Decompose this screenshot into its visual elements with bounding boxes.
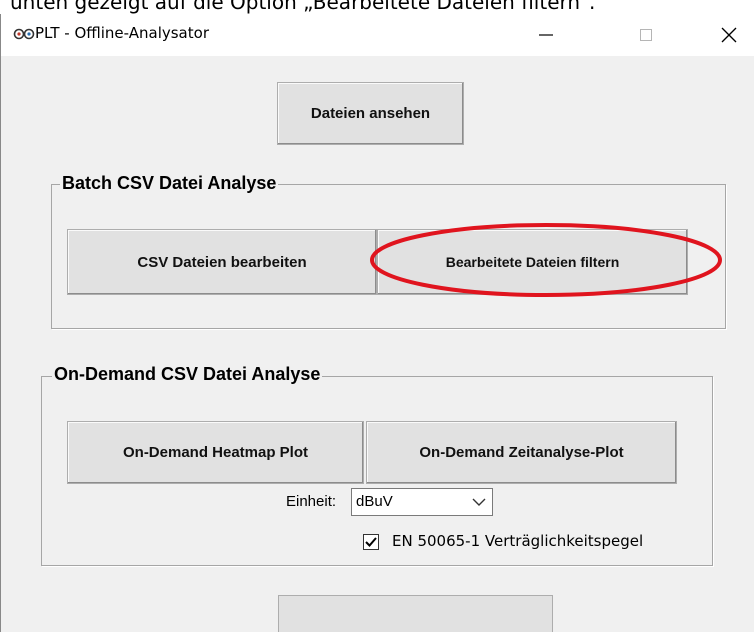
page-caption: unten gezeigt auf die Option „Bearbeitet… — [10, 0, 596, 14]
close-icon — [721, 27, 737, 43]
minimize-icon — [539, 34, 553, 36]
chevron-down-icon — [472, 498, 486, 506]
unit-select-value: dBuV — [356, 493, 393, 510]
ondemand-group-title: On-Demand CSV Datei Analyse — [52, 364, 323, 385]
batch-group-title: Batch CSV Datei Analyse — [60, 173, 279, 194]
time-plot-button[interactable]: On-Demand Zeitanalyse-Plot — [366, 421, 677, 484]
bottom-button[interactable] — [278, 595, 553, 632]
title-bar: PLT - Offline-Analysator — [1, 14, 754, 56]
minimize-button[interactable] — [511, 14, 581, 56]
heatmap-plot-button[interactable]: On-Demand Heatmap Plot — [67, 421, 364, 484]
edit-csv-button[interactable]: CSV Dateien bearbeiten — [67, 229, 377, 295]
unit-select[interactable]: dBuV — [351, 488, 493, 516]
unit-label: Einheit: — [286, 493, 337, 510]
en50065-checkbox[interactable] — [363, 534, 379, 550]
maximize-button[interactable] — [611, 14, 681, 56]
en50065-checkbox-label: EN 50065-1 Verträglichkeitspegel — [392, 532, 644, 550]
close-button[interactable] — [694, 14, 754, 56]
filter-edited-button[interactable]: Bearbeitete Dateien filtern — [377, 229, 688, 295]
view-files-button[interactable]: Dateien ansehen — [277, 82, 464, 145]
window-title: PLT - Offline-Analysator — [35, 24, 209, 42]
infinity-logo-icon — [13, 28, 35, 40]
maximize-icon — [640, 29, 652, 41]
checkmark-icon — [365, 537, 377, 547]
